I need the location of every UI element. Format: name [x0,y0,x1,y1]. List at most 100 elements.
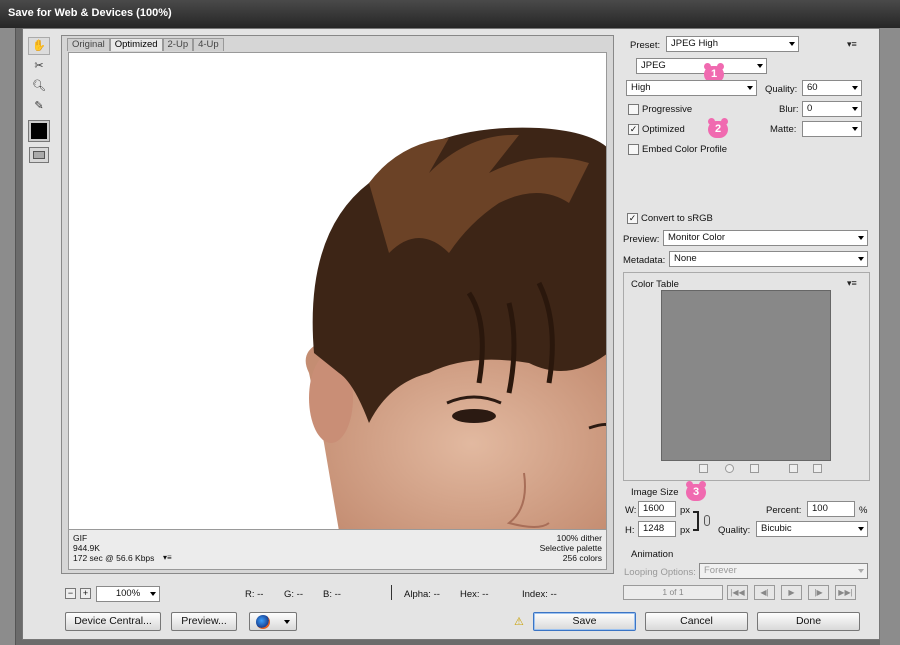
cancel-button[interactable]: Cancel [645,612,748,631]
matte-label: Matte: [770,124,797,135]
chain-link-icon[interactable] [704,515,710,526]
last-frame-icon[interactable]: ▶▶| [835,585,856,600]
download-rate-menu-icon[interactable]: ▾≡ [163,553,172,564]
toggle-slices-icon[interactable] [29,147,49,163]
convert-srgb-checkbox[interactable]: ✓ [627,213,638,224]
file-format-select[interactable]: JPEG [636,58,767,74]
animation-label: Animation [631,549,674,560]
constrain-bracket [693,511,699,531]
metadata-value: None [674,253,697,264]
color-table-grid[interactable] [661,290,831,461]
color-table-label: Color Table [631,279,679,290]
chevron-down-icon [757,64,763,68]
height-input[interactable]: 1248 [638,521,676,537]
play-icon[interactable]: ▶ [781,585,802,600]
preset-select[interactable]: JPEG High [666,36,799,52]
tab-4-up[interactable]: 4-Up [193,38,224,51]
info-download-time: 172 sec @ 56.6 Kbps [73,553,155,563]
eyedropper-color-swatch[interactable] [28,120,50,142]
resample-quality-label: Quality: [718,525,751,536]
previous-frame-icon[interactable]: ◀| [754,585,775,600]
height-label: H: [625,525,635,536]
tab-original[interactable]: Original [67,38,110,51]
progressive-checkbox[interactable] [628,104,639,115]
resample-quality-select[interactable]: Bicubic [756,521,868,537]
next-frame-icon[interactable]: |▶ [808,585,829,600]
map-transparent-icon[interactable] [699,464,708,473]
matte-select[interactable] [802,121,862,137]
info-file-size: 944.9K [73,543,100,553]
hand-tool-icon[interactable]: ✋ [28,37,50,55]
quality-select[interactable]: 60 [802,80,862,96]
save-button[interactable]: Save [533,612,636,631]
looping-options-label: Looping Options: [624,567,696,578]
preview-color-select[interactable]: Monitor Color [663,230,868,246]
height-value: 1248 [643,523,665,534]
looping-options-select[interactable]: Forever [699,563,868,579]
readout-hex: Hex: -- [460,589,489,600]
optimized-image-preview[interactable] [68,52,607,530]
browser-icon [256,615,270,629]
resample-quality-value: Bicubic [761,523,792,534]
web-snap-icon[interactable] [725,464,734,473]
first-frame-icon[interactable]: |◀◀ [727,585,748,600]
width-label: W: [625,505,637,516]
readout-b: B: -- [323,589,341,600]
tab-optimized[interactable]: Optimized [109,38,163,51]
progressive-label: Progressive [642,104,693,115]
frame-counter: 1 of 1 [623,585,723,600]
optimized-label: Optimized [642,124,685,135]
preset-label: Preset: [630,40,661,51]
chevron-down-icon [150,592,156,596]
metadata-select[interactable]: None [669,251,868,267]
preview-button[interactable]: Preview... [171,612,237,631]
blur-select[interactable]: 0 [802,101,862,117]
percent-unit: % [859,505,868,516]
height-unit: px [680,525,691,536]
preset-value: JPEG High [671,38,718,49]
compression-quality-select[interactable]: High [626,80,757,96]
percent-input[interactable]: 100 [807,501,855,517]
quality-label: Quality: [765,84,798,95]
info-format: GIF [73,533,88,543]
chevron-down-icon [284,620,290,624]
chevron-down-icon [852,86,858,90]
device-central-button[interactable]: Device Central... [65,612,161,631]
embed-color-profile-label: Embed Color Profile [642,144,728,155]
zoom-in-button[interactable]: + [80,588,91,599]
preview-color-value: Monitor Color [668,232,726,243]
step-badge-3: 3 [686,481,706,501]
file-format-value: JPEG [641,60,666,71]
chevron-down-icon [789,42,795,46]
quality-value: 60 [807,82,818,93]
info-palette: Selective palette [539,543,602,553]
chevron-down-icon [858,527,864,531]
optimize-menu-icon[interactable]: ▾≡ [847,39,857,50]
done-button[interactable]: Done [757,612,860,631]
zoom-level-select[interactable]: 100% [96,586,160,602]
zoom-out-button[interactable]: − [65,588,76,599]
color-table-menu-icon[interactable]: ▾≡ [847,278,857,289]
new-color-icon[interactable] [789,464,798,473]
trash-icon[interactable] [813,464,822,473]
width-unit: px [680,505,691,516]
tab-2-up[interactable]: 2-Up [162,38,194,51]
optimized-checkbox[interactable]: ✓ [628,124,639,135]
browser-preview-button[interactable] [249,612,297,631]
percent-label: Percent: [766,505,802,516]
embed-color-profile-checkbox[interactable] [628,144,639,155]
compression-quality-value: High [631,82,651,93]
zoom-tool-icon[interactable]: 🔍︎ [28,78,50,96]
lock-icon[interactable] [750,464,759,473]
preview-label: Preview: [623,234,660,245]
chevron-down-icon [747,86,753,90]
blur-label: Blur: [779,104,799,115]
image-view-frame: Original Optimized 2-Up 4-Up GIF 944.9K … [61,35,614,574]
optimization-info-bar: GIF 944.9K 172 sec @ 56.6 Kbps ▾≡ 100% d… [68,530,607,570]
eyedropper-tool-icon[interactable]: ✎ [28,98,50,116]
slice-select-tool-icon[interactable]: ✂ [28,58,50,76]
background-toolbar [0,28,16,645]
width-value: 1600 [643,503,665,514]
width-input[interactable]: 1600 [638,501,676,517]
chevron-down-icon [852,107,858,111]
